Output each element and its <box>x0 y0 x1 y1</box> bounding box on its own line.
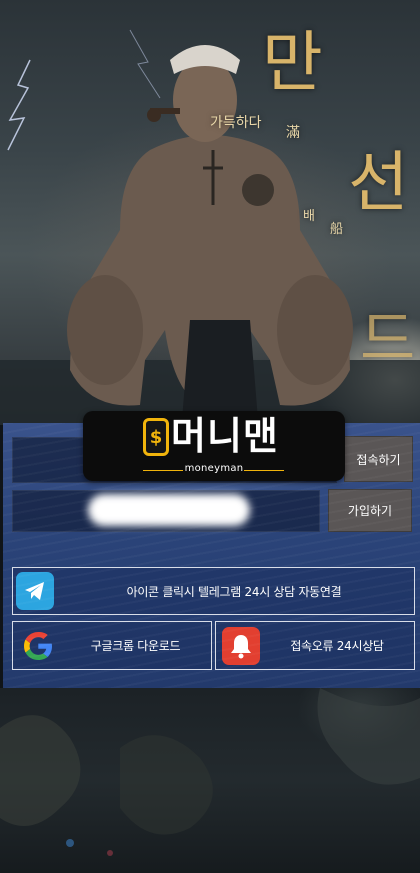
dollar-phone-icon: $ <box>143 418 169 456</box>
telegram-link-label: 아이콘 클릭시 텔레그램 24시 상담 자동연결 <box>126 584 342 599</box>
logo-divider-left <box>143 470 183 471</box>
login-button[interactable]: 접속하기 <box>344 436 413 482</box>
google-icon <box>16 624 60 668</box>
error-support-button[interactable]: 접속오류 24시상담 <box>215 621 415 670</box>
hero-calligraphy-sub-4: 船 <box>330 222 344 237</box>
telegram-icon <box>16 572 54 610</box>
logo-divider-right <box>244 470 284 471</box>
bell-icon <box>222 626 260 665</box>
hero-calligraphy-3: 드 <box>360 305 416 375</box>
error-support-label: 접속오류 24시상담 <box>290 639 384 653</box>
hero-calligraphy-sub-1: 가득하다 <box>210 115 262 131</box>
hero-calligraphy-2: 선 <box>348 144 409 221</box>
logo-subtitle: moneyman <box>184 463 244 474</box>
logo-title: 머니맨 <box>171 414 279 458</box>
hero-banner: 만 선 드 가득하다 滿 배 船 <box>0 0 420 425</box>
octopus-illustration <box>0 688 420 856</box>
chrome-download-button[interactable]: 구글크롬 다운로드 <box>12 621 212 670</box>
telegram-link-button[interactable]: 아이콘 클릭시 텔레그램 24시 상담 자동연결 <box>12 567 415 615</box>
hero-calligraphy-1: 만 <box>262 24 323 101</box>
bottom-background <box>0 688 420 873</box>
join-button[interactable]: 가입하기 <box>328 489 412 532</box>
hero-calligraphy-sub-3: 배 <box>303 209 315 224</box>
moneyman-logo: $ 머니맨 moneyman <box>83 411 345 481</box>
chrome-download-label: 구글크롬 다운로드 <box>90 639 181 653</box>
hero-calligraphy-sub-2: 滿 <box>286 125 300 141</box>
password-redaction <box>88 494 250 526</box>
